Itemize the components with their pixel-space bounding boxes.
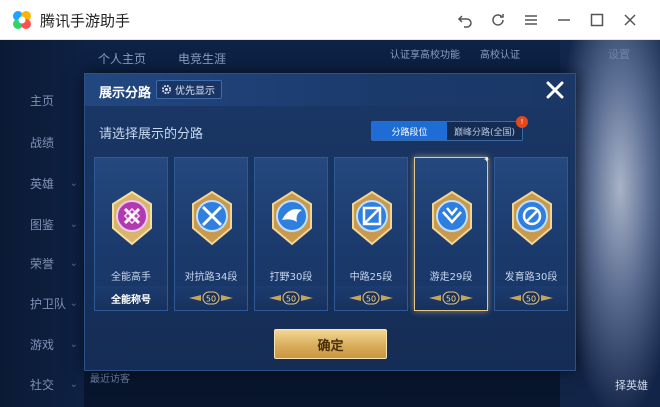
sidebar-item-social[interactable]: 社交 ⌄ xyxy=(0,364,84,404)
lane-card-footer: 50 xyxy=(335,286,407,310)
maximize-icon[interactable] xyxy=(585,8,609,32)
lane-card-jungle[interactable]: 打野30段 50 xyxy=(254,157,328,311)
sparkle-icon: ✦ xyxy=(483,155,490,164)
chevron-down-icon: ⌄ xyxy=(69,257,78,269)
rank-badge-icon: 50 xyxy=(509,291,553,305)
rank-badge-icon: 50 xyxy=(429,291,473,305)
app-title: 腾讯手游助手 xyxy=(40,12,131,30)
lane-card-farm[interactable]: 发育路30段 50 xyxy=(494,157,568,311)
campus-auth-tag[interactable]: 高校认证 xyxy=(480,46,520,61)
confirm-button[interactable]: 确定 xyxy=(274,329,387,359)
priority-display-button[interactable]: 优先显示 xyxy=(156,80,222,99)
lane-card-all-round[interactable]: 全能高手 全能称号 xyxy=(94,157,168,311)
lane-card-footer: 50 xyxy=(175,286,247,310)
lane-card-footer: 全能称号 xyxy=(95,286,167,310)
lane-card-mid[interactable]: 中路25段 50 xyxy=(334,157,408,311)
menu-icon[interactable] xyxy=(519,8,543,32)
app-logo-icon xyxy=(13,11,31,29)
recent-visitors: 最近访客 xyxy=(90,374,130,385)
tab-esports[interactable]: 电竞生涯 xyxy=(178,50,226,67)
refresh-icon[interactable] xyxy=(486,8,510,32)
sidebar-item-game[interactable]: 游戏 ⌄ xyxy=(0,324,84,364)
rank-badge-icon: 50 xyxy=(269,291,313,305)
lane-card-footer: 50 xyxy=(415,286,487,310)
lane-card-label: 发育路30段 xyxy=(504,272,558,283)
sidebar-item-honor[interactable]: 荣誉 ⌄ xyxy=(0,243,84,283)
new-badge: ! xyxy=(516,116,528,128)
sidebar-item-home[interactable]: 主页 xyxy=(0,80,84,120)
lane-card-footer: 50 xyxy=(255,286,327,310)
svg-text:50: 50 xyxy=(206,295,216,304)
lane-card-label: 对抗路34段 xyxy=(184,272,238,283)
choose-hero-button[interactable]: 择英雄 xyxy=(615,377,648,393)
close-icon[interactable] xyxy=(543,78,567,102)
rank-badge-icon: 50 xyxy=(189,291,233,305)
svg-text:50: 50 xyxy=(526,295,536,304)
jungle-emblem-icon xyxy=(272,190,312,246)
chevron-down-icon: ⌄ xyxy=(69,177,78,189)
rank-mode-toggle: 分路段位 巅峰分路(全国) ! xyxy=(371,116,528,141)
all-round-emblem-icon xyxy=(112,190,152,246)
dialog-title: 展示分路 xyxy=(99,86,152,101)
sidebar-item-heroes[interactable]: 英雄 ⌄ xyxy=(0,163,84,203)
farm-lane-emblem-icon xyxy=(512,190,552,246)
lane-card-label: 中路25段 xyxy=(349,272,393,283)
lane-card-footer: 50 xyxy=(495,286,567,310)
tab-personal[interactable]: 个人主页 xyxy=(98,50,146,67)
back-icon[interactable] xyxy=(453,8,477,32)
svg-text:50: 50 xyxy=(446,295,456,304)
game-sidebar: 主页 战绩 英雄 ⌄ 图鉴 ⌄ 荣誉 ⌄ 护卫队 ⌄ 游戏 ⌄ 社交 ⌄ xyxy=(0,40,84,407)
mid-lane-emblem-icon xyxy=(352,190,392,246)
sidebar-item-record[interactable]: 战绩 xyxy=(0,122,84,162)
lane-card-label: 全能高手 xyxy=(111,272,151,283)
chevron-down-icon: ⌄ xyxy=(69,378,78,390)
sidebar-item-codex[interactable]: 图鉴 ⌄ xyxy=(0,204,84,244)
roam-emblem-icon xyxy=(432,190,472,246)
lane-card-label: 游走29段 xyxy=(429,272,473,283)
dialog-header: 展示分路 优先显示 xyxy=(85,74,575,106)
chevron-down-icon: ⌄ xyxy=(69,338,78,350)
lane-card-label: 打野30段 xyxy=(269,272,313,283)
svg-text:50: 50 xyxy=(286,295,296,304)
gear-icon xyxy=(161,84,172,95)
campus-hint: 认证享高校功能 xyxy=(390,50,460,61)
svg-text:50: 50 xyxy=(366,295,376,304)
chevron-down-icon: ⌄ xyxy=(69,297,78,309)
title-bar: 腾讯手游助手 xyxy=(0,0,660,40)
rank-badge-icon: 50 xyxy=(349,291,393,305)
chevron-down-icon: ⌄ xyxy=(69,218,78,230)
lane-card-clash[interactable]: 对抗路34段 50 xyxy=(174,157,248,311)
tab-lane-rank[interactable]: 分路段位 xyxy=(372,122,447,140)
lane-card-roam[interactable]: ✦ 游走29段 50 xyxy=(414,155,490,311)
sidebar-item-guard[interactable]: 护卫队 ⌄ xyxy=(0,283,84,323)
clash-lane-emblem-icon xyxy=(192,190,232,246)
dialog-subtitle: 请选择展示的分路 xyxy=(99,127,204,142)
tab-peak-lane[interactable]: 巅峰分路(全国) xyxy=(447,122,522,140)
lane-display-dialog: 展示分路 优先显示 请选择展示的分路 分路段位 巅峰分路(全国) ! 全能高手 … xyxy=(84,73,576,371)
close-window-icon[interactable] xyxy=(618,8,642,32)
minimize-icon[interactable] xyxy=(552,8,576,32)
